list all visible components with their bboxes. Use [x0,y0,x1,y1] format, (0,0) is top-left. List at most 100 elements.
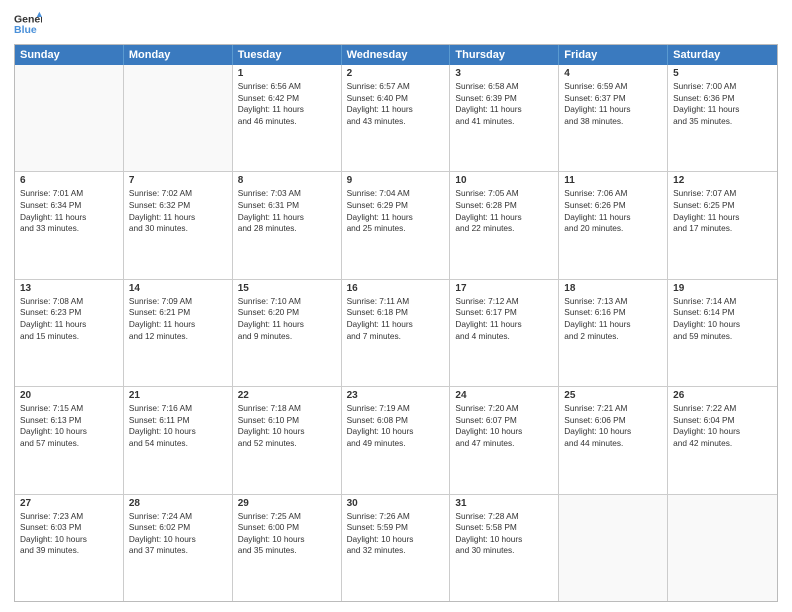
cell-info-line: and 12 minutes. [129,331,227,343]
cell-info-line: Sunrise: 7:22 AM [673,403,772,415]
cell-info-line: Daylight: 11 hours [455,212,553,224]
day-number: 30 [347,498,445,509]
cell-info-line: Sunrise: 7:21 AM [564,403,662,415]
cell-info-line: Sunset: 6:14 PM [673,307,772,319]
cell-info-line: Sunrise: 7:04 AM [347,188,445,200]
cell-info-line: Daylight: 11 hours [455,319,553,331]
cell-info-line: Sunset: 6:06 PM [564,415,662,427]
day-cell-5: 5Sunrise: 7:00 AMSunset: 6:36 PMDaylight… [668,65,777,171]
day-cell-25: 25Sunrise: 7:21 AMSunset: 6:06 PMDayligh… [559,387,668,493]
day-cell-14: 14Sunrise: 7:09 AMSunset: 6:21 PMDayligh… [124,280,233,386]
day-cell-11: 11Sunrise: 7:06 AMSunset: 6:26 PMDayligh… [559,172,668,278]
cell-info-line: Daylight: 10 hours [129,426,227,438]
cell-info-line: and 4 minutes. [455,331,553,343]
day-cell-17: 17Sunrise: 7:12 AMSunset: 6:17 PMDayligh… [450,280,559,386]
cell-info-line: and 37 minutes. [129,545,227,557]
calendar-row-2: 13Sunrise: 7:08 AMSunset: 6:23 PMDayligh… [15,280,777,387]
cell-info-line: and 38 minutes. [564,116,662,128]
cell-info-line: and 28 minutes. [238,223,336,235]
cell-info-line: and 39 minutes. [20,545,118,557]
day-cell-empty-4-5 [559,495,668,601]
cell-info-line: and 41 minutes. [455,116,553,128]
cell-info-line: Daylight: 10 hours [673,426,772,438]
cell-info-line: Daylight: 11 hours [20,319,118,331]
cell-info-line: Sunset: 6:07 PM [455,415,553,427]
cell-info-line: Sunset: 6:29 PM [347,200,445,212]
cell-info-line: Daylight: 11 hours [238,319,336,331]
cell-info-line: Sunset: 6:34 PM [20,200,118,212]
cell-info-line: Sunset: 6:37 PM [564,93,662,105]
cell-info-line: Sunrise: 7:25 AM [238,511,336,523]
cell-info-line: and 17 minutes. [673,223,772,235]
day-cell-8: 8Sunrise: 7:03 AMSunset: 6:31 PMDaylight… [233,172,342,278]
cell-info-line: Sunrise: 7:08 AM [20,296,118,308]
cell-info-line: and 35 minutes. [238,545,336,557]
day-number: 7 [129,175,227,186]
day-cell-1: 1Sunrise: 6:56 AMSunset: 6:42 PMDaylight… [233,65,342,171]
cell-info-line: Sunset: 6:17 PM [455,307,553,319]
day-cell-12: 12Sunrise: 7:07 AMSunset: 6:25 PMDayligh… [668,172,777,278]
cell-info-line: and 25 minutes. [347,223,445,235]
day-cell-28: 28Sunrise: 7:24 AMSunset: 6:02 PMDayligh… [124,495,233,601]
cell-info-line: Sunset: 6:21 PM [129,307,227,319]
cell-info-line: Daylight: 11 hours [347,104,445,116]
day-cell-30: 30Sunrise: 7:26 AMSunset: 5:59 PMDayligh… [342,495,451,601]
cell-info-line: and 47 minutes. [455,438,553,450]
cell-info-line: Daylight: 10 hours [20,426,118,438]
cell-info-line: Daylight: 11 hours [238,104,336,116]
cell-info-line: and 59 minutes. [673,331,772,343]
header-cell-tuesday: Tuesday [233,45,342,65]
cell-info-line: and 33 minutes. [20,223,118,235]
cell-info-line: Sunset: 6:25 PM [673,200,772,212]
cell-info-line: Sunrise: 7:28 AM [455,511,553,523]
cell-info-line: Daylight: 11 hours [347,319,445,331]
cell-info-line: Sunset: 6:39 PM [455,93,553,105]
day-number: 12 [673,175,772,186]
day-cell-6: 6Sunrise: 7:01 AMSunset: 6:34 PMDaylight… [15,172,124,278]
cell-info-line: Sunset: 6:32 PM [129,200,227,212]
svg-text:Blue: Blue [14,24,37,36]
cell-info-line: and 49 minutes. [347,438,445,450]
cell-info-line: and 9 minutes. [238,331,336,343]
day-number: 3 [455,68,553,79]
header-cell-monday: Monday [124,45,233,65]
header-cell-thursday: Thursday [450,45,559,65]
cell-info-line: Daylight: 10 hours [673,319,772,331]
day-cell-10: 10Sunrise: 7:05 AMSunset: 6:28 PMDayligh… [450,172,559,278]
calendar-header: SundayMondayTuesdayWednesdayThursdayFrid… [15,45,777,65]
day-cell-13: 13Sunrise: 7:08 AMSunset: 6:23 PMDayligh… [15,280,124,386]
cell-info-line: Daylight: 11 hours [564,104,662,116]
calendar: SundayMondayTuesdayWednesdayThursdayFrid… [14,44,778,602]
cell-info-line: and 44 minutes. [564,438,662,450]
cell-info-line: and 7 minutes. [347,331,445,343]
day-cell-empty-0-1 [124,65,233,171]
cell-info-line: Sunrise: 7:06 AM [564,188,662,200]
day-cell-2: 2Sunrise: 6:57 AMSunset: 6:40 PMDaylight… [342,65,451,171]
day-number: 5 [673,68,772,79]
day-cell-24: 24Sunrise: 7:20 AMSunset: 6:07 PMDayligh… [450,387,559,493]
cell-info-line: Sunrise: 7:11 AM [347,296,445,308]
cell-info-line: and 32 minutes. [347,545,445,557]
day-cell-19: 19Sunrise: 7:14 AMSunset: 6:14 PMDayligh… [668,280,777,386]
calendar-row-4: 27Sunrise: 7:23 AMSunset: 6:03 PMDayligh… [15,495,777,601]
cell-info-line: Daylight: 10 hours [455,426,553,438]
cell-info-line: and 30 minutes. [129,223,227,235]
day-number: 24 [455,390,553,401]
cell-info-line: Sunset: 6:36 PM [673,93,772,105]
cell-info-line: Sunset: 6:18 PM [347,307,445,319]
logo-icon: General Blue [14,10,42,38]
day-cell-16: 16Sunrise: 7:11 AMSunset: 6:18 PMDayligh… [342,280,451,386]
cell-info-line: Sunset: 5:59 PM [347,522,445,534]
cell-info-line: Sunrise: 7:09 AM [129,296,227,308]
day-number: 14 [129,283,227,294]
day-number: 6 [20,175,118,186]
cell-info-line: Sunrise: 7:03 AM [238,188,336,200]
cell-info-line: Daylight: 11 hours [564,319,662,331]
day-cell-7: 7Sunrise: 7:02 AMSunset: 6:32 PMDaylight… [124,172,233,278]
cell-info-line: Sunset: 6:16 PM [564,307,662,319]
cell-info-line: Sunrise: 7:16 AM [129,403,227,415]
day-number: 27 [20,498,118,509]
cell-info-line: and 2 minutes. [564,331,662,343]
day-number: 9 [347,175,445,186]
day-cell-23: 23Sunrise: 7:19 AMSunset: 6:08 PMDayligh… [342,387,451,493]
